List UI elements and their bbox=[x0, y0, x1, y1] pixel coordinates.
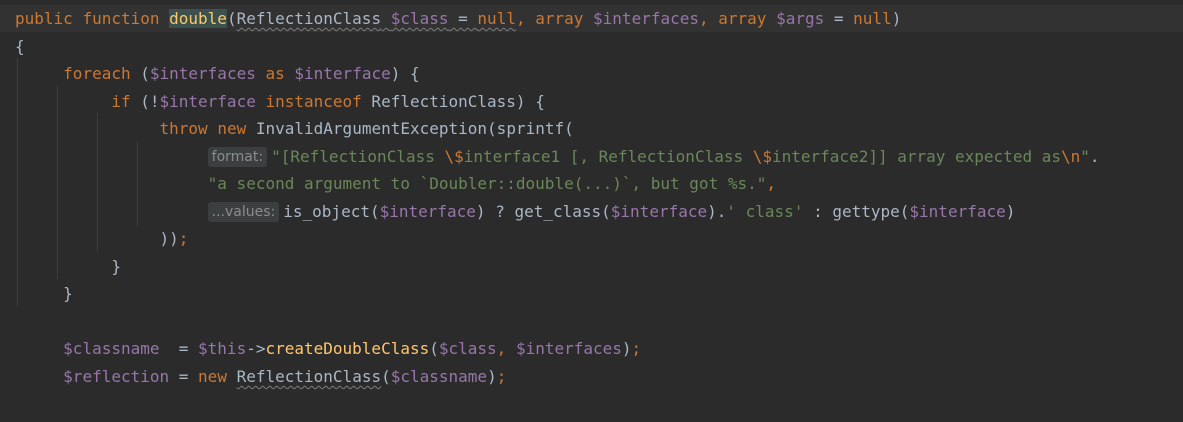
brace: { bbox=[15, 37, 25, 56]
operator: -> bbox=[246, 339, 266, 358]
param-class: $class bbox=[390, 9, 449, 28]
comma: , bbox=[699, 9, 719, 28]
comma: , bbox=[496, 339, 516, 358]
class-name[interactable]: ReflectionClass bbox=[237, 367, 382, 386]
semicolon: ; bbox=[496, 367, 507, 386]
paren: ( bbox=[429, 339, 439, 358]
keyword-array: array bbox=[718, 9, 767, 28]
semicolon: ; bbox=[178, 229, 189, 248]
param-type: ReflectionClass bbox=[236, 9, 382, 28]
operator: ). bbox=[707, 202, 727, 221]
escape: \$ bbox=[752, 147, 772, 166]
variable: $interfaces bbox=[149, 64, 256, 83]
method-name[interactable]: createDoubleClass bbox=[265, 339, 429, 358]
keyword-public: public bbox=[15, 9, 73, 28]
code-editor[interactable]: public function double(ReflectionClass $… bbox=[0, 0, 1183, 422]
escape: \n bbox=[1060, 147, 1081, 166]
code-line-3[interactable]: foreach ($interfaces as $interface) { bbox=[0, 60, 1183, 87]
paren: )) bbox=[159, 229, 179, 248]
paren: ) bbox=[487, 367, 497, 386]
keyword-if: if bbox=[111, 92, 131, 111]
variable: $classname bbox=[63, 339, 160, 358]
brace: ) { bbox=[390, 64, 420, 83]
keyword-instanceof: instanceof bbox=[265, 92, 362, 111]
variable-this: $this bbox=[198, 339, 247, 358]
keyword-foreach: foreach bbox=[63, 64, 131, 83]
string: " bbox=[1080, 147, 1090, 166]
keyword-as: as bbox=[265, 64, 285, 83]
operator: . bbox=[1089, 147, 1100, 166]
function-name[interactable]: double bbox=[169, 9, 227, 28]
parameter-hint: ...values: bbox=[207, 202, 280, 222]
code-line-5[interactable]: throw new InvalidArgumentException(sprin… bbox=[0, 115, 1183, 142]
class-name: ReflectionClass) { bbox=[361, 92, 545, 111]
comma: , bbox=[766, 174, 776, 193]
escape: \$ bbox=[444, 147, 464, 166]
string: interface1 [, ReflectionClass bbox=[463, 147, 753, 166]
param-args: $args bbox=[776, 9, 825, 28]
comma: , bbox=[515, 9, 536, 28]
code-line-8[interactable]: ...values: is_object($interface) ? get_cl… bbox=[0, 198, 1183, 225]
code-line-10[interactable]: } bbox=[0, 253, 1183, 280]
paren: ) bbox=[621, 339, 632, 358]
semicolon: ; bbox=[631, 339, 642, 358]
paren: ( bbox=[130, 64, 150, 83]
code-line-2[interactable]: { bbox=[0, 33, 1183, 60]
keyword-throw: throw bbox=[159, 119, 208, 138]
string: interface2]] array expected as bbox=[772, 147, 1061, 166]
paren: ( bbox=[226, 9, 237, 28]
variable: $interfaces bbox=[515, 339, 622, 358]
code-line-13[interactable]: $classname = $this->createDoubleClass($c… bbox=[0, 335, 1183, 362]
code-line-1[interactable]: public function double(ReflectionClass $… bbox=[0, 5, 1183, 32]
keyword-new: new bbox=[198, 367, 227, 386]
paren: ) bbox=[1005, 202, 1016, 221]
variable: $interface bbox=[610, 202, 708, 221]
variable: $class bbox=[438, 339, 497, 358]
keyword-new: new bbox=[217, 119, 247, 138]
variable: $interface bbox=[159, 92, 256, 111]
function-call: ) ? get_class( bbox=[475, 202, 611, 221]
keyword-array: array bbox=[535, 9, 584, 28]
function-call: is_object( bbox=[283, 202, 380, 221]
code-line-6[interactable]: format: "[ReflectionClass \$interface1 [,… bbox=[0, 143, 1183, 170]
paren: (! bbox=[130, 92, 160, 111]
exception-call: InvalidArgumentException(sprintf( bbox=[255, 119, 574, 138]
variable: $interface bbox=[379, 202, 476, 221]
code-line-4[interactable]: if (!$interface instanceof ReflectionCla… bbox=[0, 88, 1183, 115]
keyword-null: null bbox=[853, 9, 892, 28]
code-line-14[interactable]: $reflection = new ReflectionClass($class… bbox=[0, 363, 1183, 390]
brace: } bbox=[63, 284, 73, 303]
string: ' class' bbox=[726, 202, 804, 221]
variable: $classname bbox=[390, 367, 488, 386]
variable: $interface bbox=[294, 64, 391, 83]
code-line-7[interactable]: "a second argument to `Doubler::double(.… bbox=[0, 170, 1183, 197]
operator: = bbox=[159, 339, 199, 358]
operator: = bbox=[448, 9, 478, 28]
code-line-9[interactable]: )); bbox=[0, 225, 1183, 252]
function-call: : gettype( bbox=[803, 202, 910, 221]
string: "a second argument to `Doubler::double(.… bbox=[207, 174, 767, 193]
keyword-function: function bbox=[82, 9, 160, 28]
keyword-null: null bbox=[477, 9, 516, 28]
code-line-11[interactable]: } bbox=[0, 280, 1183, 307]
operator: = bbox=[169, 367, 199, 386]
parameter-hint: format: bbox=[207, 147, 268, 167]
variable: $interface bbox=[909, 202, 1006, 221]
code-line-12[interactable] bbox=[0, 308, 1183, 335]
string: "[ReflectionClass bbox=[271, 147, 445, 166]
brace: } bbox=[111, 257, 121, 276]
variable: $reflection bbox=[63, 367, 170, 386]
paren: ( bbox=[381, 367, 391, 386]
param-interfaces: $interfaces bbox=[593, 9, 699, 28]
operator: = bbox=[824, 9, 854, 28]
paren: ) bbox=[891, 9, 902, 28]
